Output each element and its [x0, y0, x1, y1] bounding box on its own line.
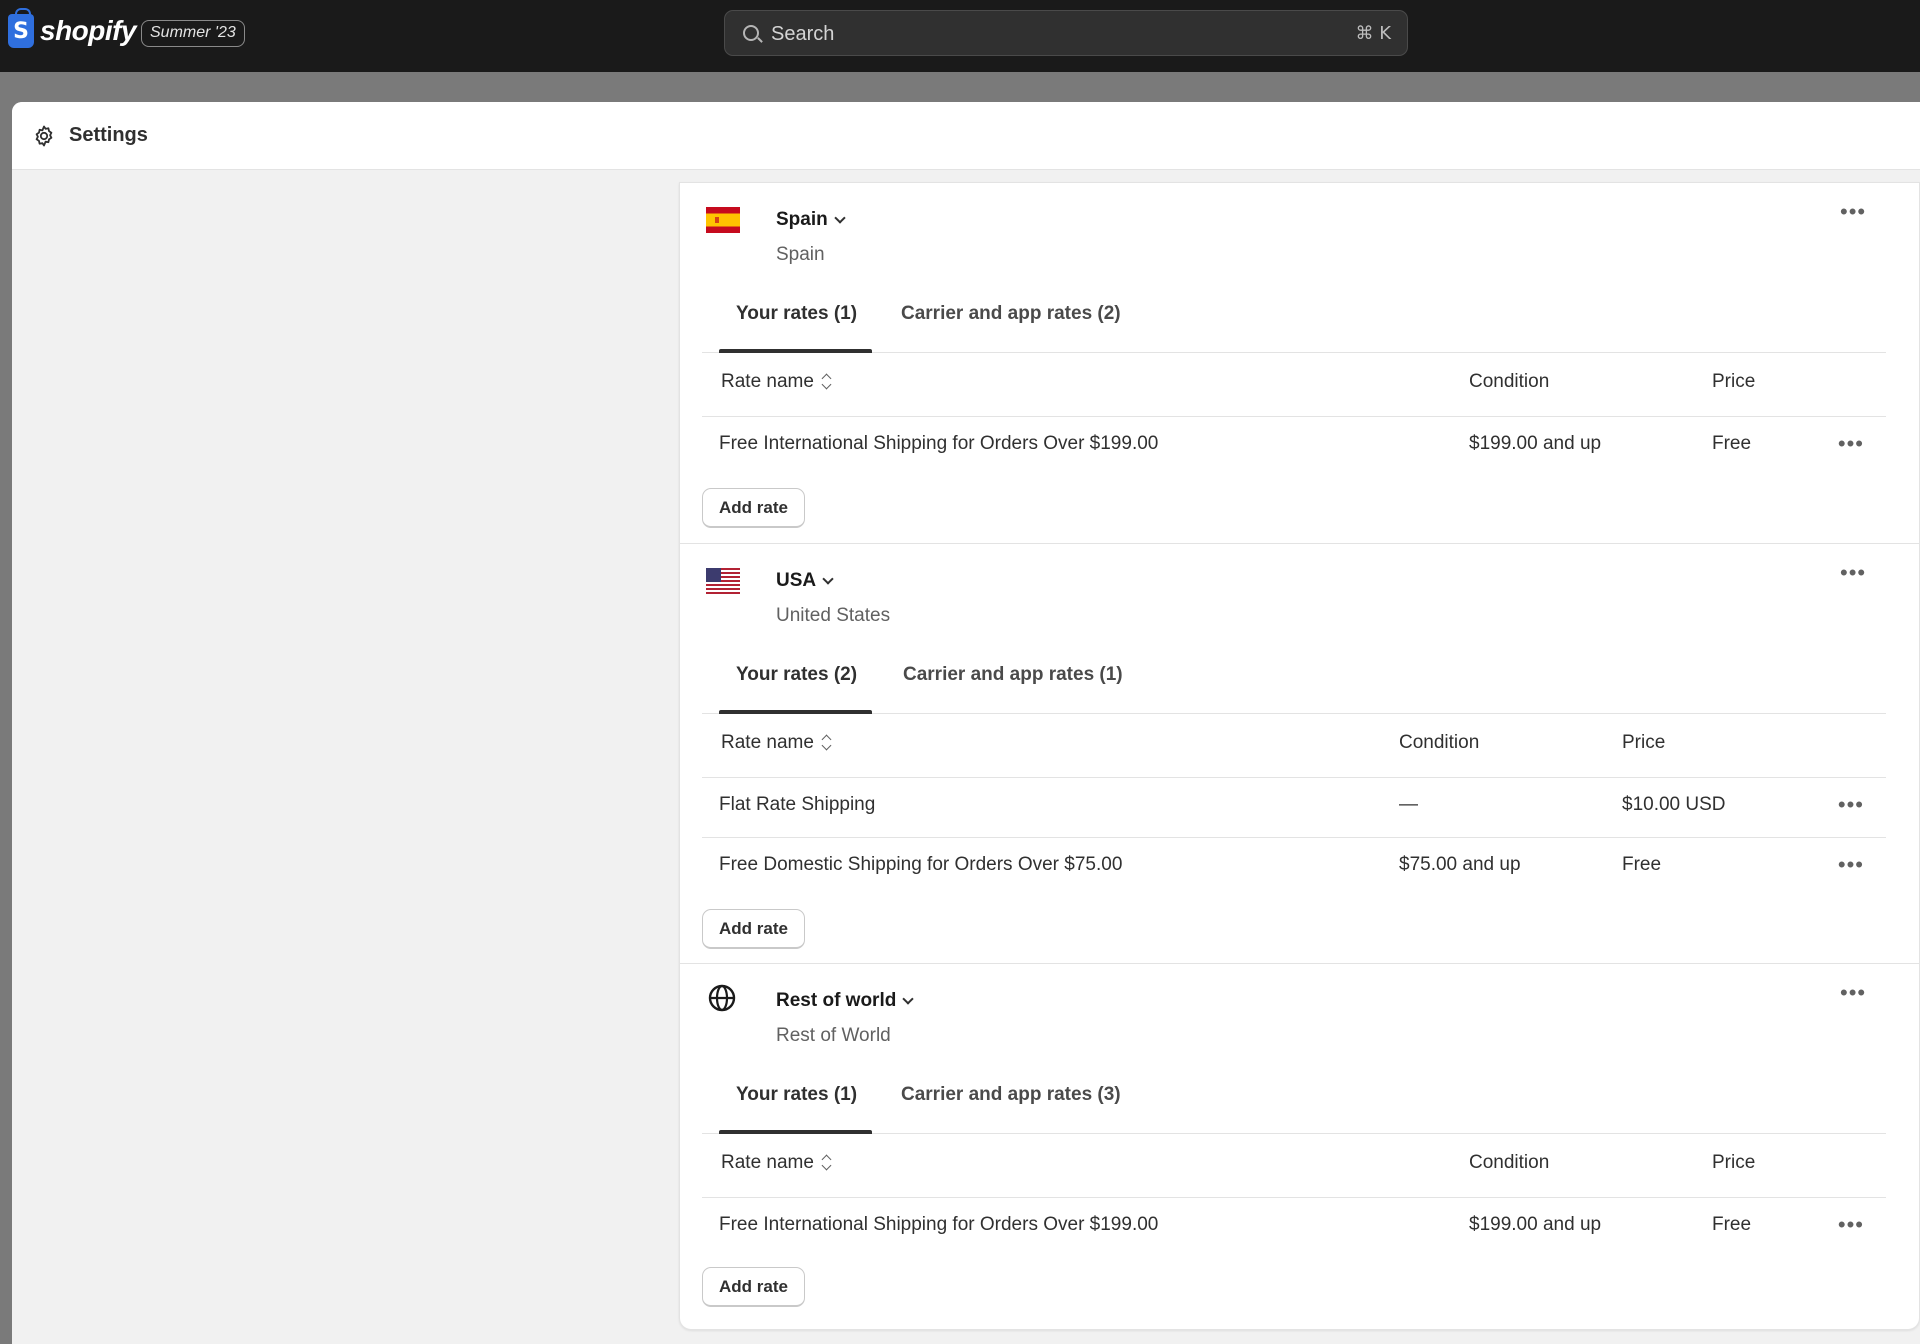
- rate-price: Free: [1712, 1214, 1752, 1235]
- zone-more-button[interactable]: •••: [1840, 560, 1866, 586]
- shopify-logo[interactable]: S shopify: [8, 8, 137, 48]
- rate-price: $10.00 USD: [1622, 794, 1726, 815]
- tab-carrier-rates[interactable]: Carrier and app rates (2): [901, 303, 1121, 325]
- rate-condition: $199.00 and up: [1469, 433, 1602, 454]
- zone-name[interactable]: Rest of world: [776, 990, 915, 1012]
- page-title: Settings: [69, 124, 148, 146]
- gear-icon: [35, 125, 53, 147]
- zone-countries: Rest of World: [776, 1025, 891, 1046]
- sort-icon: [822, 734, 832, 750]
- rate-price: Free: [1712, 433, 1752, 454]
- zone-more-button[interactable]: •••: [1840, 980, 1866, 1006]
- chevron-down-icon: [902, 993, 915, 1005]
- rate-tabs: Your rates (1) Carrier and app rates (3): [702, 1068, 1886, 1134]
- column-price: Price: [1622, 732, 1666, 753]
- shopify-bag-icon: S: [8, 8, 34, 48]
- column-price: Price: [1712, 1152, 1756, 1173]
- logo-wordmark: shopify: [40, 15, 137, 46]
- row-more-button[interactable]: •••: [1838, 1212, 1864, 1238]
- sort-icon: [822, 373, 832, 389]
- column-condition: Condition: [1469, 1152, 1550, 1173]
- tab-carrier-rates[interactable]: Carrier and app rates (1): [903, 664, 1123, 686]
- globe-icon: [708, 984, 736, 1012]
- tab-your-rates[interactable]: Your rates (1): [736, 303, 857, 325]
- table-row: Free Domestic Shipping for Orders Over $…: [702, 838, 1886, 898]
- top-bar: S shopify Summer '23 Search ⌘ K: [0, 0, 1920, 72]
- tab-your-rates[interactable]: Your rates (1): [736, 1084, 857, 1106]
- tab-carrier-rates[interactable]: Carrier and app rates (3): [901, 1084, 1121, 1106]
- rate-name: Free Domestic Shipping for Orders Over $…: [719, 854, 1123, 875]
- search-shortcut: ⌘ K: [1355, 23, 1391, 44]
- settings-header: Settings: [12, 102, 1920, 170]
- zone-name[interactable]: Spain: [776, 209, 846, 231]
- zone-spain: Spain Spain ••• Your rates (1) Carrier a…: [680, 183, 1920, 543]
- rate-price: Free: [1622, 854, 1662, 875]
- zone-more-button[interactable]: •••: [1840, 199, 1866, 225]
- rate-name: Free International Shipping for Orders O…: [719, 433, 1159, 454]
- rate-condition: —: [1399, 794, 1418, 815]
- rate-tabs: Your rates (1) Carrier and app rates (2): [702, 287, 1886, 353]
- table-row: Free International Shipping for Orders O…: [702, 417, 1886, 477]
- chevron-down-icon: [834, 212, 846, 224]
- search-bar[interactable]: Search ⌘ K: [724, 10, 1408, 56]
- add-rate-button[interactable]: Add rate: [702, 909, 805, 949]
- rate-condition: $75.00 and up: [1399, 854, 1521, 875]
- settings-panel: Settings Spain Spain ••• Your rates (1) …: [12, 102, 1920, 1344]
- row-more-button[interactable]: •••: [1838, 431, 1864, 457]
- table-header: Rate name Condition Price: [702, 1134, 1886, 1198]
- zone-countries: United States: [776, 605, 891, 626]
- rate-tabs: Your rates (2) Carrier and app rates (1): [702, 648, 1886, 714]
- zone-usa: USA United States ••• Your rates (2) Car…: [680, 543, 1920, 963]
- sort-icon: [822, 1154, 832, 1170]
- edition-badge[interactable]: Summer '23: [141, 20, 245, 47]
- column-rate-name[interactable]: Rate name: [721, 732, 832, 754]
- chevron-down-icon: [822, 573, 834, 585]
- table-row: Free International Shipping for Orders O…: [702, 1198, 1886, 1258]
- column-rate-name[interactable]: Rate name: [721, 371, 832, 393]
- table-row: Flat Rate Shipping — $10.00 USD •••: [702, 778, 1886, 838]
- tab-your-rates[interactable]: Your rates (2): [736, 664, 857, 686]
- add-rate-button[interactable]: Add rate: [702, 488, 805, 528]
- rate-name: Free International Shipping for Orders O…: [719, 1214, 1159, 1235]
- zone-rest-of-world: Rest of world Rest of World ••• Your rat…: [680, 963, 1920, 1331]
- search-icon: [743, 25, 759, 41]
- zone-name[interactable]: USA: [776, 570, 834, 592]
- column-rate-name[interactable]: Rate name: [721, 1152, 832, 1174]
- row-more-button[interactable]: •••: [1838, 792, 1864, 818]
- add-rate-button[interactable]: Add rate: [702, 1267, 805, 1307]
- rate-condition: $199.00 and up: [1469, 1214, 1602, 1235]
- usa-flag: [706, 568, 740, 594]
- shipping-zones-card: Spain Spain ••• Your rates (1) Carrier a…: [679, 182, 1920, 1330]
- table-header: Rate name Condition Price: [702, 714, 1886, 778]
- column-condition: Condition: [1469, 371, 1550, 392]
- search-placeholder: Search: [771, 23, 835, 45]
- column-condition: Condition: [1399, 732, 1480, 753]
- spain-flag: [706, 207, 740, 233]
- zone-countries: Spain: [776, 244, 825, 265]
- table-header: Rate name Condition Price: [702, 353, 1886, 417]
- column-price: Price: [1712, 371, 1756, 392]
- rate-name: Flat Rate Shipping: [719, 794, 876, 815]
- row-more-button[interactable]: •••: [1838, 852, 1864, 878]
